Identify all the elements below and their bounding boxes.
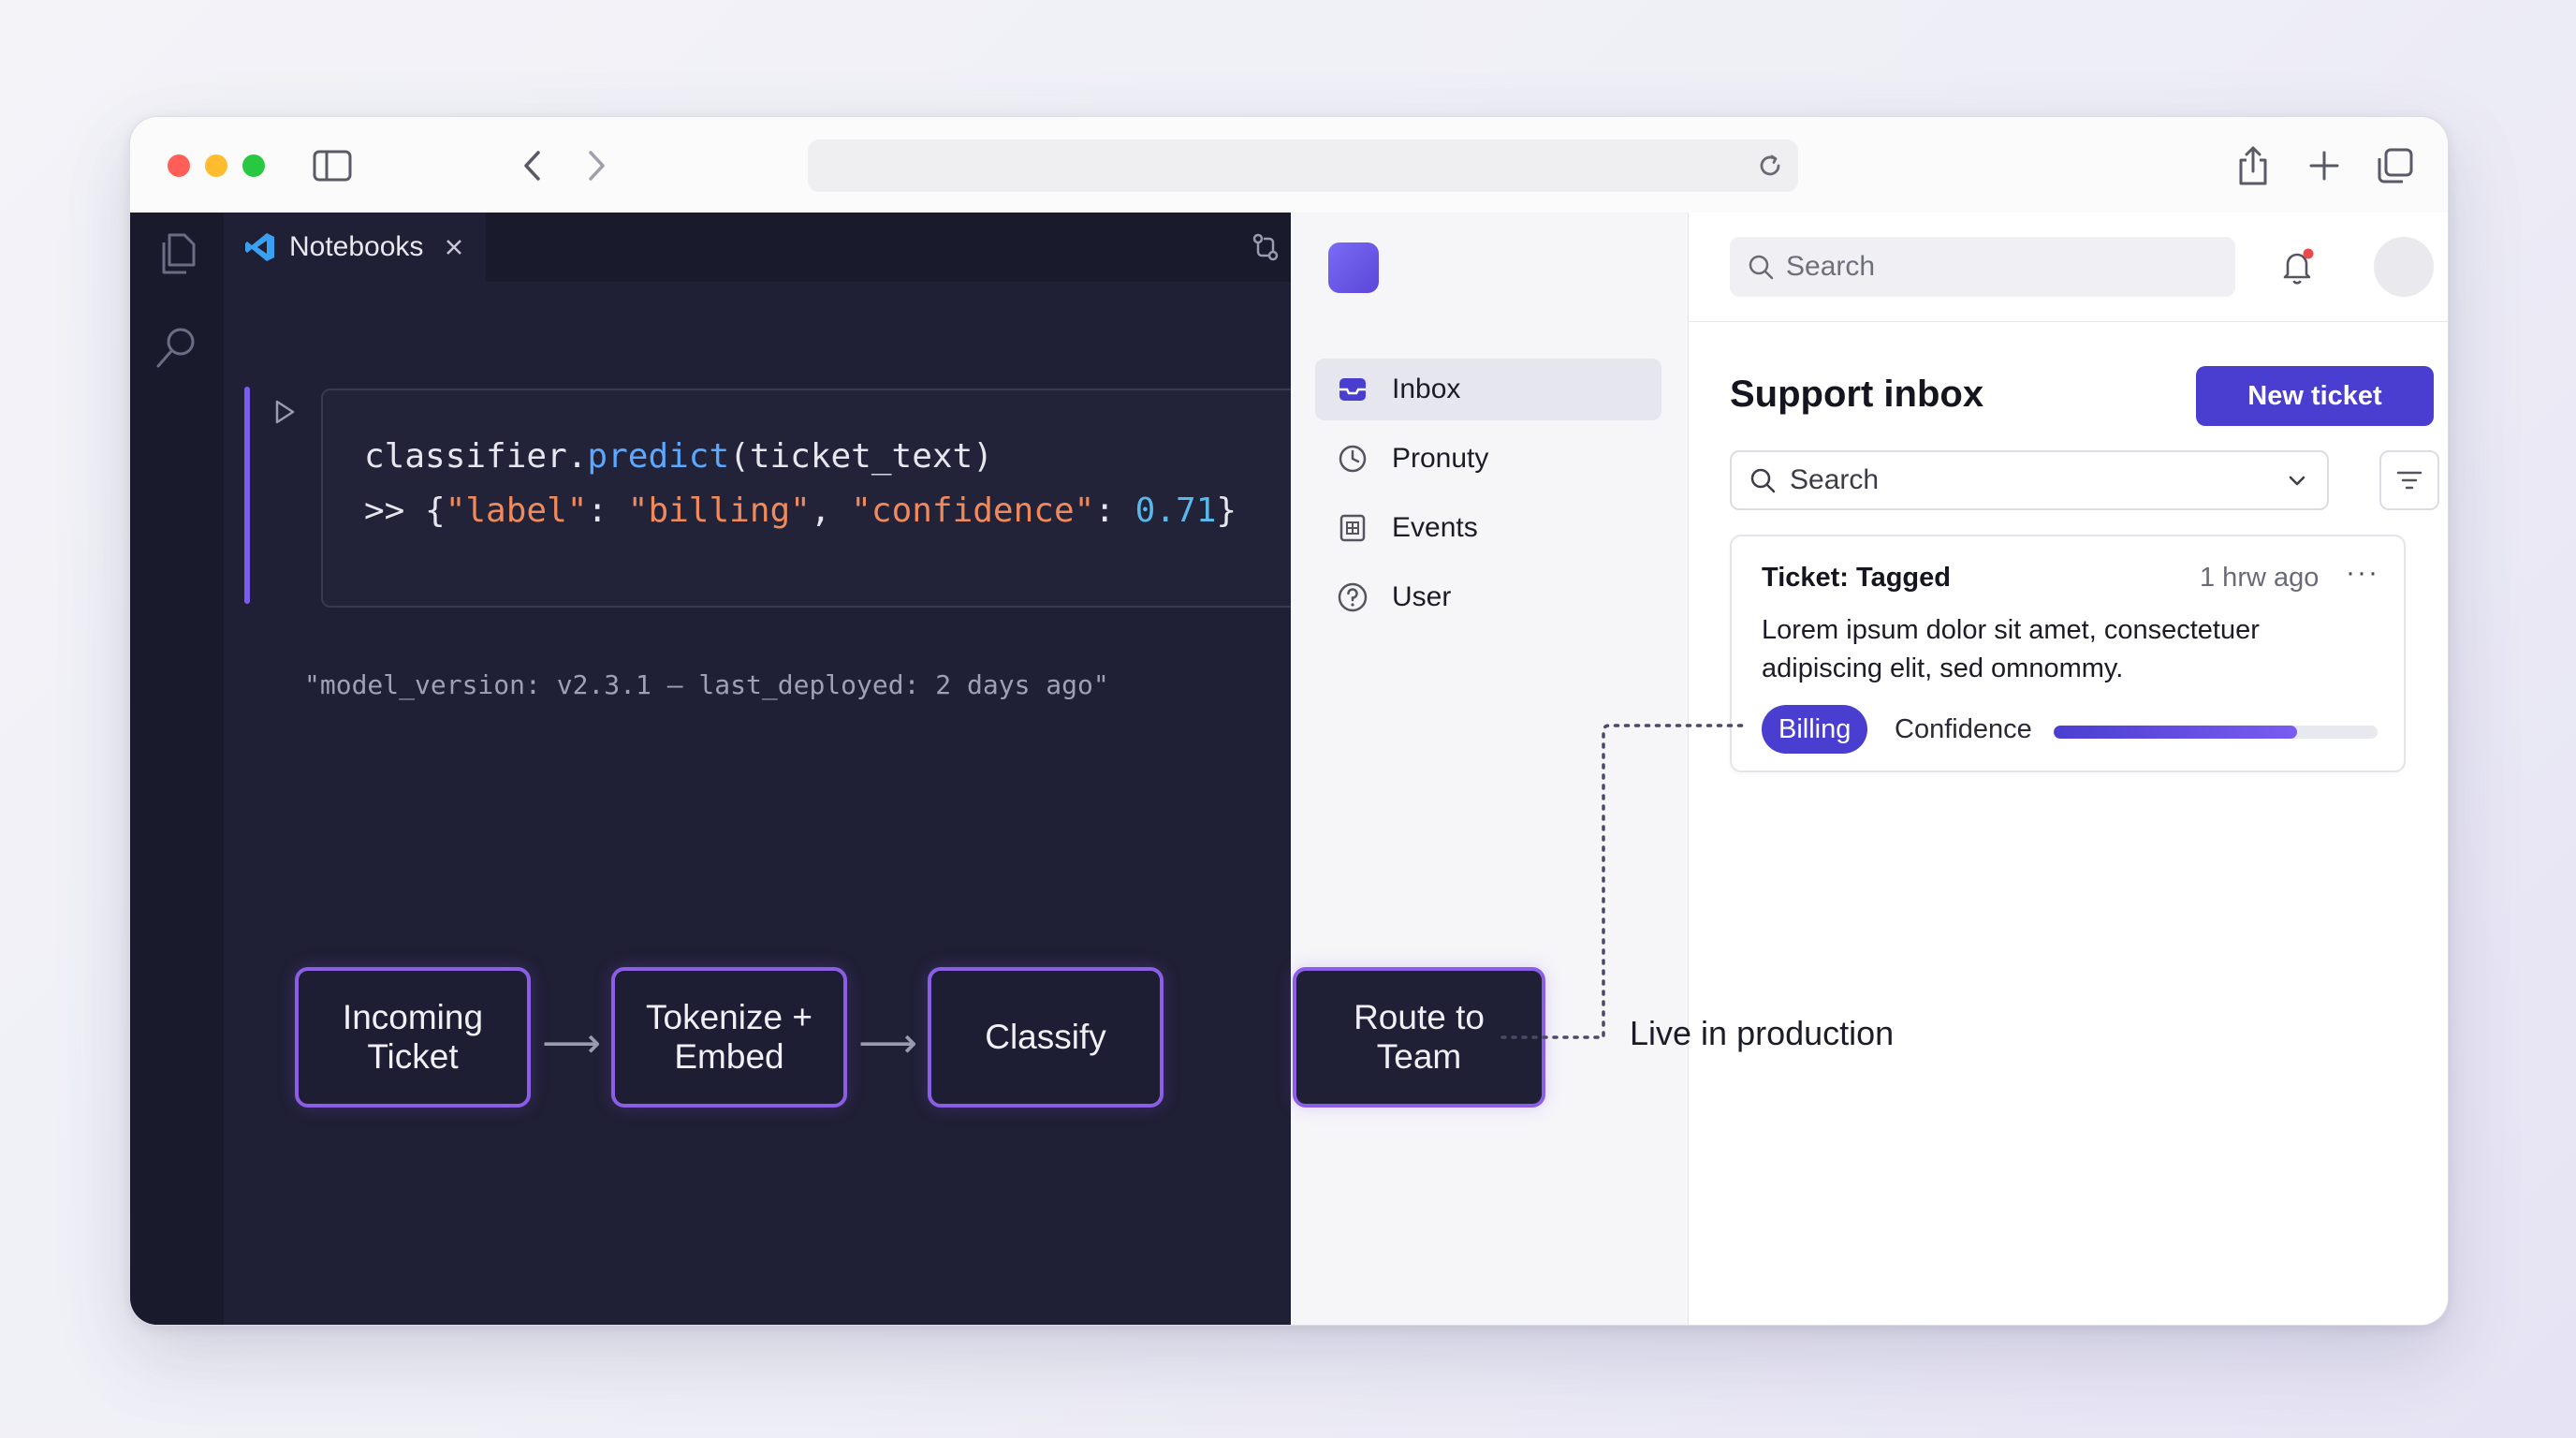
browser-window: Notebooks ··· classifier.predict(ticket_… [129, 116, 2449, 1326]
connector-line [1500, 724, 1749, 1039]
live-callout-label: Live in production [1630, 1014, 1895, 1052]
